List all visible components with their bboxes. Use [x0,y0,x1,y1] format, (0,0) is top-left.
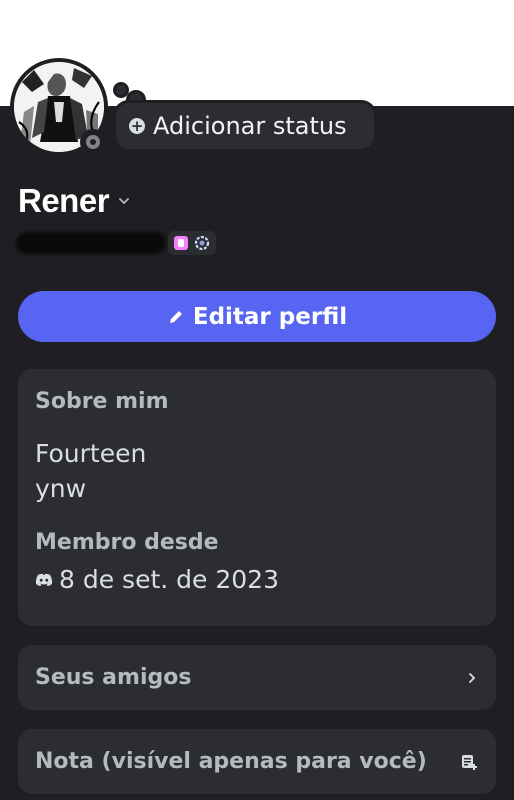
member-since-date: 8 de set. de 2023 [59,565,279,594]
your-friends-row[interactable]: Seus amigos [18,645,496,710]
discord-logo-icon [35,573,53,586]
edit-profile-label: Editar perfil [192,303,348,330]
boost-badge-icon [194,235,210,251]
status-indicator [80,129,106,155]
tag-row [16,231,216,255]
bio-text: Fourteen ynw [35,439,147,503]
plus-circle-icon: + [129,117,145,135]
note-row[interactable]: Nota (visível apenas para você) [18,729,496,794]
edit-profile-button[interactable]: Editar perfil [18,291,496,342]
note-label: Nota (visível apenas para você) [35,749,427,774]
badges[interactable] [168,231,216,255]
member-since-title: Membro desde [35,530,219,555]
about-card: Sobre mim Fourteen ynw Membro desde 8 de… [18,369,496,626]
add-status-label: Adicionar status [153,112,347,140]
add-status-button[interactable]: + Adicionar status [113,100,377,152]
note-add-icon [462,754,477,770]
username: Rener [18,182,110,219]
member-since-row: 8 de set. de 2023 [35,565,479,594]
chevron-down-icon [119,198,129,205]
username-row[interactable]: Rener [18,182,131,220]
about-title: Sobre mim [35,389,169,414]
your-friends-label: Seus amigos [35,665,192,690]
chevron-right-icon [469,672,476,683]
redacted-handle [16,232,166,254]
pencil-icon [169,310,182,323]
nitro-badge-icon [174,236,188,250]
